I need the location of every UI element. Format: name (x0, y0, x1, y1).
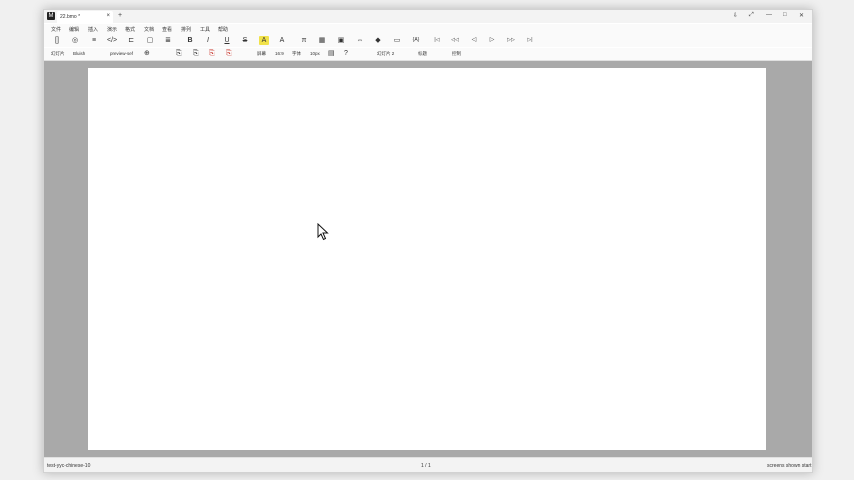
prev-icon[interactable]: ◁ (469, 36, 479, 45)
menu-view[interactable]: 查看 (162, 26, 172, 33)
tab-close-icon[interactable]: × (106, 13, 110, 19)
title-select[interactable]: 标题 (418, 51, 427, 57)
menu-tools[interactable]: 工具 (200, 26, 210, 33)
ratio-select[interactable]: 16:9 (275, 51, 284, 56)
italic-icon[interactable]: I (203, 36, 213, 45)
app-window: M 22.bmo * × + ⇩ ⤢ — □ ✕ 文件 编辑 插入 演示 格式 … (43, 9, 813, 473)
expand-icon[interactable]: ⤢ (749, 12, 754, 19)
mouse-cursor-icon (317, 223, 329, 241)
highlight-icon[interactable]: A (259, 36, 269, 45)
slide-workspace (44, 61, 812, 457)
menu-arrange[interactable]: 排列 (181, 26, 191, 33)
delete-slide-icon[interactable]: ⎘ (226, 50, 232, 58)
first-slide-icon[interactable]: |◁ (432, 36, 442, 45)
status-bar: test-yyc-chinese-10 1 / 1 screens shown … (44, 457, 812, 472)
menu-bar: 文件 编辑 插入 演示 格式 文档 查看 排列 工具 帮助 (44, 24, 812, 34)
status-right: screens shown start (767, 463, 812, 469)
image-icon[interactable]: ▣ (336, 36, 346, 45)
font-color-icon[interactable]: A (277, 36, 287, 45)
menu-help[interactable]: 帮助 (218, 26, 228, 33)
fill-icon[interactable]: ◆ (373, 36, 383, 45)
font-size-select[interactable]: 10px (310, 51, 320, 56)
minimize-button[interactable]: — (766, 12, 772, 18)
preview-select[interactable]: preview-sef (110, 51, 133, 56)
bracket-icon[interactable]: [] (52, 36, 62, 45)
duplicate-slide-icon[interactable]: ⎘ (193, 50, 199, 58)
menu-format[interactable]: 格式 (125, 26, 135, 33)
strikethrough-icon[interactable]: S (240, 36, 250, 45)
menu-edit[interactable]: 编辑 (69, 26, 79, 33)
control-select[interactable]: 控制 (452, 51, 461, 57)
add-icon[interactable]: ⊕ (144, 50, 150, 58)
status-left: test-yyc-chinese-10 (47, 463, 91, 469)
prev-slide-icon[interactable]: ◁◁ (450, 36, 460, 45)
menu-document[interactable]: 文档 (144, 26, 154, 33)
theme-select[interactable]: Bluish (73, 51, 85, 56)
maximize-button[interactable]: □ (783, 12, 787, 18)
menu-insert[interactable]: 插入 (88, 26, 98, 33)
palette-icon[interactable]: ◎ (70, 36, 80, 45)
document-tab[interactable]: 22.bmo * × (57, 11, 113, 23)
calendar-icon[interactable]: ▭ (392, 36, 402, 45)
list-icon[interactable]: ≡ (89, 36, 99, 45)
play-icon[interactable]: ▷ (487, 36, 497, 45)
comment-icon[interactable]: ▢ (145, 36, 155, 45)
variable-icon[interactable]: {A} (411, 36, 421, 45)
toolbar: [] ◎ ≡ </> ⊏ ▢ ≣ B I U S A A π ▦ ▣ ⇔ ◆ ▭… (44, 34, 812, 47)
app-logo: M (47, 12, 55, 20)
code-icon[interactable]: </> (107, 36, 117, 45)
move-slide-icon[interactable]: ⎘ (209, 50, 215, 58)
underline-icon[interactable]: U (222, 36, 232, 45)
slide-label: 幻灯片 (51, 51, 65, 56)
insert-slide-icon[interactable]: ⎘ (176, 50, 182, 58)
slide-canvas[interactable] (88, 68, 766, 450)
help-icon[interactable]: ? (344, 50, 348, 58)
screen-label: 屏幕 (257, 51, 266, 56)
close-window-button[interactable]: ✕ (799, 12, 804, 19)
bold-icon[interactable]: B (185, 36, 195, 45)
menu-file[interactable]: 文件 (51, 26, 61, 33)
tab-title: 22.bmo * (60, 14, 81, 20)
last-slide-icon[interactable]: ▷| (525, 36, 535, 45)
table-icon[interactable]: ▦ (317, 36, 327, 45)
format-bar: 幻灯片 Bluish preview-sef ⊕ ⎘ ⎘ ⎘ ⎘ 屏幕 16:9… (44, 48, 812, 61)
slide-two-select[interactable]: 幻灯片 2 (377, 51, 394, 57)
page-indicator: 1 / 1 (421, 463, 431, 469)
next-slide-icon[interactable]: ▷▷ (506, 36, 516, 45)
new-tab-button[interactable]: + (118, 12, 122, 19)
formula-icon[interactable]: π (299, 36, 309, 45)
title-bar: M 22.bmo * × + ⇩ ⤢ — □ ✕ (44, 10, 812, 23)
link-icon[interactable]: ⇔ (355, 36, 365, 45)
download-icon[interactable]: ⇩ (733, 12, 738, 19)
tree-icon[interactable]: ⊏ (126, 36, 136, 45)
font-label: 字体 (292, 51, 301, 56)
menu-present[interactable]: 演示 (107, 26, 117, 33)
align-icon[interactable]: ≣ (163, 36, 173, 45)
keyboard-icon[interactable]: ▤ (328, 50, 335, 58)
